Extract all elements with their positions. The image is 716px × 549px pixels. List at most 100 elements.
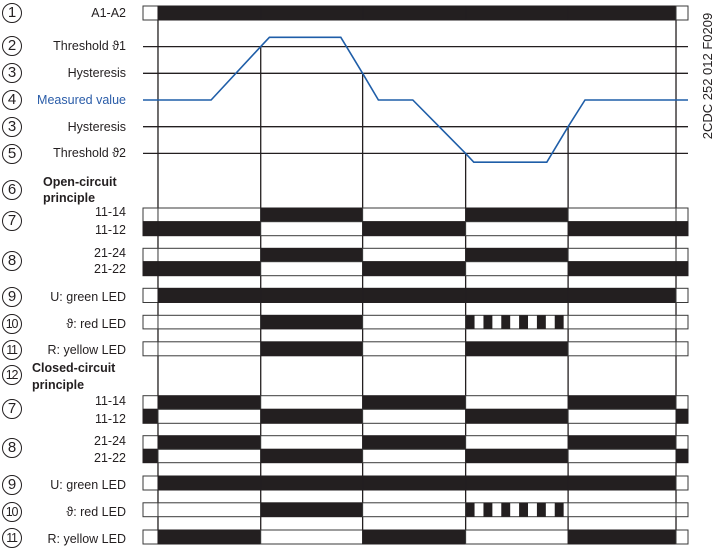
closed-yellow-led-segment-0-off <box>142 529 159 545</box>
callout-11-closed-yellow-led: 11 <box>2 528 22 548</box>
open-21-22-segment-5-on <box>567 261 677 277</box>
closed-21-22-segment-3-off <box>362 448 467 464</box>
closed-circuit-title-line1: Closed-circuit <box>32 361 116 375</box>
closed-11-12-segment-6-on <box>675 408 689 424</box>
closed-21-24-segment-1-on <box>157 435 262 450</box>
open-21-24-segment-5-off <box>567 247 677 263</box>
closed-green-led-segment-2-on <box>260 475 364 491</box>
closed-red-led-flash-pulse-2 <box>483 502 493 517</box>
closed-21-22-segment-0-on <box>142 448 159 464</box>
callout-3-hysteresis-lower: 3 <box>2 117 22 137</box>
open-green-led-segment-6-off <box>675 287 689 303</box>
label-closed-21-24: 21-24 <box>94 434 126 448</box>
open-11-12-segment-4-off <box>465 221 569 237</box>
closed-green-led-segment-5-on <box>567 475 677 491</box>
closed-yellow-led-segment-3-on <box>362 529 467 545</box>
open-21-24-segment-3-off <box>362 247 467 263</box>
open-11-12-segment-6-on <box>675 221 689 237</box>
closed-red-led-segment-3-off <box>362 502 467 518</box>
open-11-14-segment-1-off <box>157 207 262 223</box>
measured-value-curve <box>143 36 688 163</box>
open-yellow-led-segment-5-off <box>567 341 677 357</box>
open-red-led-segment-2-on <box>260 314 364 330</box>
open-red-led-segment-1-off <box>157 314 262 330</box>
closed-21-24-segment-6-off <box>675 435 689 450</box>
closed-red-led-flash-pulse-1 <box>465 502 475 517</box>
open-21-22-segment-4-off <box>465 261 569 277</box>
label-threshold1: Threshold ϑ1 <box>53 39 126 53</box>
open-11-12-segment-5-on <box>567 221 677 237</box>
callout-7-closed-contact1: 7 <box>2 399 22 419</box>
open-yellow-led-segment-0-off <box>142 341 159 357</box>
open-21-22-segment-2-off <box>260 261 364 277</box>
closed-11-12-segment-3-off <box>362 408 467 424</box>
closed-yellow-led-segment-5-on <box>567 529 677 545</box>
open-red-led-flash-pulse-4 <box>519 315 529 329</box>
open-21-24-segment-1-off <box>157 247 262 263</box>
closed-21-24-segment-5-on <box>567 435 677 450</box>
callout-8-open-contact2: 8 <box>2 251 22 271</box>
closed-red-led-flash-pulse-3 <box>501 502 511 517</box>
open-green-led-segment-3-on <box>362 287 467 303</box>
supply-a1-a2-segment-6-off <box>675 5 689 21</box>
callout-2-threshold1: 2 <box>2 36 22 56</box>
closed-11-14-segment-0-off <box>142 395 159 410</box>
label-open-yellow-led: R: yellow LED <box>47 343 127 357</box>
callout-10-closed-red-led: 10 <box>2 502 22 522</box>
open-11-14-segment-4-on <box>465 207 569 223</box>
callout-5-threshold2: 5 <box>2 144 22 164</box>
closed-11-12-segment-0-on <box>142 408 159 424</box>
open-red-led-flash-pulse-1 <box>465 315 475 329</box>
open-11-12-segment-0-on <box>142 221 159 237</box>
closed-21-22-segment-2-on <box>260 448 364 464</box>
supply-a1-a2-segment-1-on <box>157 5 262 21</box>
open-11-14-segment-3-off <box>362 207 467 223</box>
open-yellow-led-segment-2-on <box>260 341 364 357</box>
supply-a1-a2-segment-4-on <box>465 5 569 21</box>
closed-11-12-segment-5-off <box>567 408 677 424</box>
callout-1-supply: 1 <box>2 3 22 23</box>
closed-red-led-flash-pulse-5 <box>536 502 546 517</box>
open-red-led-flash-pulse-6 <box>554 315 564 329</box>
label-open-21-22: 21-22 <box>94 262 126 276</box>
open-11-12-segment-3-on <box>362 221 467 237</box>
open-red-led-segment-6-off <box>675 314 689 330</box>
closed-11-12-segment-2-on <box>260 408 364 424</box>
callout-7-open-contact1: 7 <box>2 211 22 231</box>
callout-9-closed-green-led: 9 <box>2 475 22 495</box>
closed-red-led-segment-4-flashing <box>465 502 569 518</box>
open-21-22-segment-3-on <box>362 261 467 277</box>
closed-green-led-segment-6-off <box>675 475 689 491</box>
open-red-led-segment-3-off <box>362 314 467 330</box>
open-circuit-title-line1: Open-circuit <box>43 175 117 189</box>
open-green-led-segment-2-on <box>260 287 364 303</box>
closed-red-led-segment-6-off <box>675 502 689 518</box>
figure-code: 2CDC 252 012 F0209 <box>700 12 715 140</box>
closed-red-led-segment-1-off <box>157 502 262 518</box>
closed-red-led-segment-0-off <box>142 502 159 518</box>
closed-21-22-segment-1-off <box>157 448 262 464</box>
open-11-14-segment-5-off <box>567 207 677 223</box>
closed-21-22-segment-4-on <box>465 448 569 464</box>
closed-21-24-segment-4-off <box>465 435 569 450</box>
closed-red-led-segment-2-on <box>260 502 364 518</box>
open-green-led-segment-0-off <box>142 287 159 303</box>
callout-12-closed-circuit: 12 <box>2 365 22 385</box>
closed-yellow-led-segment-2-off <box>260 529 364 545</box>
open-11-14-segment-0-off <box>142 207 159 223</box>
label-measured-value: Measured value <box>37 93 126 107</box>
open-21-22-segment-0-on <box>142 261 159 277</box>
label-open-21-24: 21-24 <box>94 246 126 260</box>
label-hysteresis-lower: Hysteresis <box>67 120 126 134</box>
open-red-led-segment-0-off <box>142 314 159 330</box>
closed-21-24-segment-0-off <box>142 435 159 450</box>
closed-yellow-led-segment-6-off <box>675 529 689 545</box>
closed-green-led-segment-1-on <box>157 475 262 491</box>
open-red-led-flash-pulse-2 <box>483 315 493 329</box>
open-21-22-segment-6-on <box>675 261 689 277</box>
open-red-led-segment-4-flashing <box>465 314 569 330</box>
closed-21-24-segment-3-on <box>362 435 467 450</box>
callout-9-open-green-led: 9 <box>2 287 22 307</box>
closed-green-led-segment-0-off <box>142 475 159 491</box>
label-closed-green-led: U: green LED <box>50 478 126 492</box>
